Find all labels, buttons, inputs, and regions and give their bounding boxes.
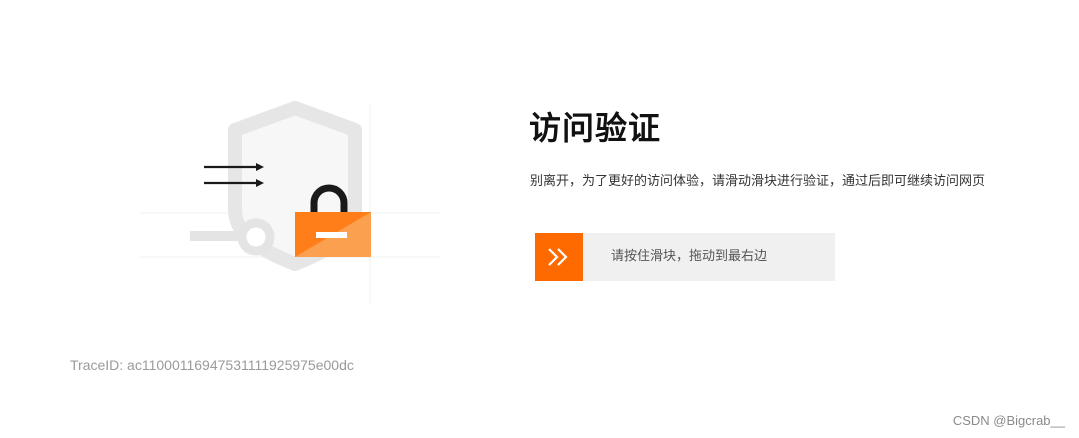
- page-title: 访问验证: [529, 109, 662, 147]
- slider-handle[interactable]: [535, 233, 583, 281]
- watermark: CSDN @Bigcrab__: [952, 413, 1065, 428]
- shield-lock-illustration: [140, 100, 450, 305]
- double-chevron-right-icon: [548, 248, 568, 266]
- slider-instruction: 请按住滑块，拖动到最右边: [611, 249, 768, 264]
- shield-lock-icon: [140, 101, 440, 305]
- page-description: 别离开，为了更好的访问体验，请滑动滑块进行验证，通过后即可继续访问网页: [530, 174, 986, 189]
- trace-id: TraceID: ac11000116947531111925975e00dc: [70, 357, 354, 373]
- slider-track[interactable]: 请按住滑块，拖动到最右边: [535, 233, 835, 281]
